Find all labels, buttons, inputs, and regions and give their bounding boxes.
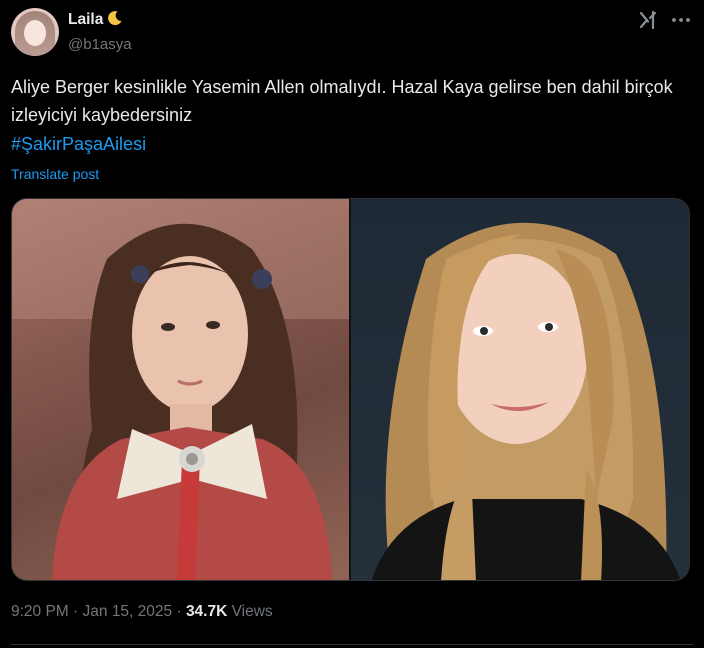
meta-separator: · bbox=[68, 603, 83, 620]
views-label: Views bbox=[227, 603, 273, 620]
divider bbox=[11, 644, 693, 645]
photo-blonde-woman[interactable] bbox=[351, 199, 689, 580]
tweet-time[interactable]: 9:20 PM bbox=[11, 603, 69, 620]
translate-post-link[interactable]: Translate post bbox=[11, 164, 99, 184]
tweet-text: Aliye Berger kesinlikle Yasemin Allen ol… bbox=[11, 77, 673, 125]
photo-young-girl[interactable] bbox=[12, 199, 349, 580]
crescent-moon-icon bbox=[107, 10, 123, 32]
avatar[interactable] bbox=[11, 8, 59, 56]
hashtag-link[interactable]: #ŞakirPaşaAilesi bbox=[11, 130, 146, 158]
author-name-row[interactable]: Laila bbox=[68, 10, 132, 32]
tweet: Laila @b1asya Aliye Berger kesinlikle Ya… bbox=[0, 0, 704, 648]
meta-separator: · bbox=[172, 603, 186, 620]
grok-icon[interactable] bbox=[637, 9, 659, 31]
tweet-date[interactable]: Jan 15, 2025 bbox=[83, 603, 173, 620]
more-icon[interactable] bbox=[670, 12, 692, 28]
views-count: 34.7K bbox=[185, 603, 228, 620]
author-display-name[interactable]: Laila bbox=[68, 11, 103, 28]
avatar-face bbox=[24, 20, 46, 46]
tweet-meta: 9:20 PM · Jan 15, 2025 · 34.7K Views bbox=[11, 602, 273, 622]
author-block: Laila @b1asya bbox=[68, 10, 132, 55]
author-handle[interactable]: @b1asya bbox=[68, 35, 132, 55]
media-grid bbox=[11, 198, 690, 581]
